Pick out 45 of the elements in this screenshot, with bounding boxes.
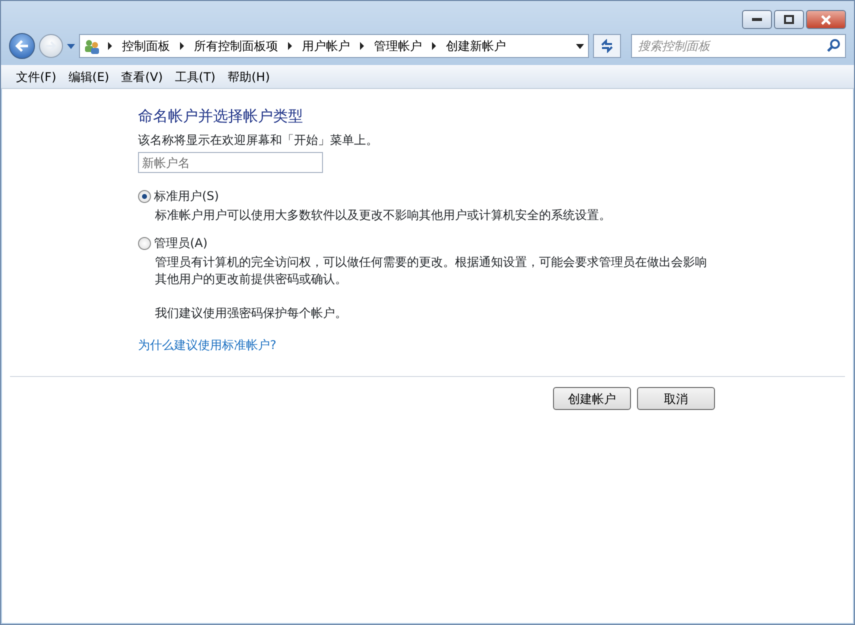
menu-item[interactable]: 帮助(H): [222, 66, 275, 86]
breadcrumb-item[interactable]: 创建新帐户: [444, 37, 508, 55]
option-description: 我们建议使用强密码保护每个帐户。: [154, 305, 348, 322]
breadcrumb-arrow-icon[interactable]: [360, 42, 364, 50]
address-bar[interactable]: 控制面板 所有控制面板项 用户帐户 管理帐户 创建新帐户: [79, 34, 589, 58]
menu-item[interactable]: 查看(V): [116, 66, 168, 86]
create-account-button[interactable]: 创建帐户: [553, 387, 631, 410]
minimize-button[interactable]: [742, 10, 772, 29]
breadcrumb-arrow-icon[interactable]: [432, 42, 436, 50]
option-description: 管理员有计算机的完全访问权，可以做任何需要的更改。根据通知设置，可能会要求管理员在做出会影响其他用户的更改前提供密码或确认。: [154, 254, 708, 288]
users-icon: [84, 38, 100, 54]
radio-label[interactable]: 管理员(A): [154, 234, 208, 252]
menu-item[interactable]: 文件(F): [11, 66, 62, 86]
dropdown-caret-icon[interactable]: [576, 44, 584, 48]
option-description: 标准帐户用户可以使用大多数软件以及更改不影响其他用户或计算机安全的系统设置。: [154, 207, 612, 224]
back-button[interactable]: [9, 33, 35, 59]
search-field[interactable]: 搜索控制面板: [631, 34, 846, 58]
breadcrumb-item[interactable]: 控制面板: [120, 37, 172, 55]
radio-button[interactable]: [138, 190, 151, 202]
refresh-button[interactable]: [593, 34, 621, 58]
page-heading: 命名帐户并选择帐户类型: [138, 107, 304, 125]
breadcrumb-arrow-icon[interactable]: [108, 42, 112, 50]
radio-button[interactable]: [138, 236, 151, 250]
close-button[interactable]: [806, 10, 846, 29]
radio-label[interactable]: 标准用户(S): [154, 187, 219, 205]
name-hint: 该名称将显示在欢迎屏幕和「开始」菜单上。: [138, 132, 379, 149]
recent-pages-caret-icon[interactable]: [67, 44, 75, 48]
breadcrumb-item[interactable]: 管理帐户: [372, 37, 424, 55]
breadcrumb-item[interactable]: 用户帐户: [300, 37, 352, 55]
name-field[interactable]: 新帐户名: [138, 152, 323, 173]
help-link[interactable]: 为什么建议使用标准帐户?: [138, 336, 276, 354]
search-icon[interactable]: [827, 39, 840, 52]
breadcrumb-arrow-icon[interactable]: [288, 42, 292, 50]
forward-arrow-icon: [45, 41, 57, 51]
breadcrumb-item[interactable]: 所有控制面板项: [192, 37, 280, 55]
close-icon: [821, 14, 831, 24]
minimize-icon: [752, 18, 762, 22]
cancel-button[interactable]: 取消: [637, 387, 715, 410]
menu-item[interactable]: 工具(T): [170, 66, 220, 86]
maximize-button[interactable]: [774, 10, 804, 29]
refresh-arrows-icon: [599, 39, 615, 53]
back-arrow-icon: [15, 40, 29, 52]
breadcrumb-arrow-icon[interactable]: [180, 42, 184, 50]
maximize-icon: [784, 15, 794, 24]
menu-item[interactable]: 编辑(E): [63, 66, 114, 86]
